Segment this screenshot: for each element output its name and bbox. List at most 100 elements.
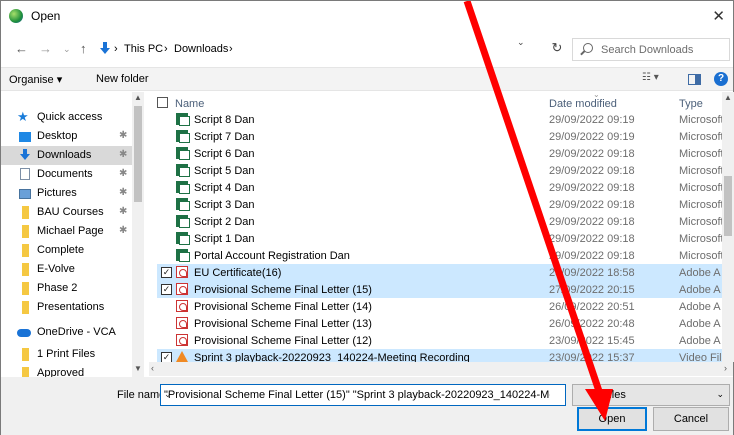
folder-icon: [22, 301, 29, 314]
sidebar-item[interactable]: Presentations: [1, 298, 132, 317]
file-date-modified: 29/09/2022 09:18: [549, 233, 635, 245]
row-checkbox[interactable]: ✓: [161, 284, 172, 295]
sidebar-item[interactable]: Phase 2: [1, 279, 132, 298]
scroll-down-icon[interactable]: ▼: [134, 364, 142, 373]
file-date-modified: 29/09/2022 09:18: [549, 165, 635, 177]
file-list-scrollbar[interactable]: ▲: [722, 92, 734, 362]
file-name-input[interactable]: "Provisional Scheme Final Letter (15)" "…: [160, 384, 566, 406]
preview-pane-icon[interactable]: [688, 74, 701, 85]
excel-file-icon: [176, 198, 190, 211]
file-row[interactable]: Script 1 Dan 29/09/2022 09:18 Microsoft: [157, 230, 727, 247]
sidebar-item[interactable]: Pictures ✱: [1, 184, 132, 203]
file-row[interactable]: Script 6 Dan 29/09/2022 09:18 Microsoft: [157, 145, 727, 162]
file-row[interactable]: Provisional Scheme Final Letter (12) 23/0…: [157, 332, 727, 349]
file-row[interactable]: Script 3 Dan 29/09/2022 09:18 Microsoft: [157, 196, 727, 213]
pictures-icon: [19, 189, 31, 199]
address-dropdown-icon[interactable]: ⌄: [517, 37, 525, 48]
file-row[interactable]: ✓ Provisional Scheme Final Letter (15) 27/…: [157, 281, 727, 298]
scroll-right-icon[interactable]: ›: [724, 363, 727, 373]
sidebar-item[interactable]: Complete: [1, 241, 132, 260]
row-checkbox[interactable]: ✓: [161, 267, 172, 278]
back-arrow-icon[interactable]: ←: [15, 41, 28, 56]
downloads-location-icon: [100, 42, 110, 54]
close-icon[interactable]: ✕: [712, 7, 725, 25]
scroll-up-icon[interactable]: ▲: [724, 93, 732, 102]
file-name: Script 6 Dan: [194, 148, 255, 160]
file-date-modified: 26/09/2022 20:48: [549, 318, 635, 330]
dialog-footer: File name: "Provisional Scheme Final Let…: [1, 377, 733, 435]
navigation-scrollbar[interactable]: ▲ ▼: [132, 92, 144, 377]
change-view-button[interactable]: ☷ ▾: [642, 72, 659, 83]
breadcrumb-downloads[interactable]: Downloads: [174, 43, 228, 55]
documents-icon: [20, 168, 30, 180]
horizontal-scrollbar[interactable]: ‹ ›: [149, 362, 733, 376]
column-type[interactable]: Type: [679, 98, 703, 110]
file-name: Script 8 Dan: [194, 114, 255, 126]
file-name: Provisional Scheme Final Letter (15): [194, 284, 372, 296]
breadcrumb-this-pc[interactable]: This PC: [124, 43, 163, 55]
pdf-file-icon: [176, 317, 188, 329]
sidebar-item[interactable]: Downloads ✱: [1, 146, 132, 165]
open-button[interactable]: Open: [577, 407, 647, 431]
file-row[interactable]: ✓ EU Certificate(16) 28/09/2022 18:58 Adobe…: [157, 264, 727, 281]
file-type: Microsoft: [679, 216, 724, 228]
column-name[interactable]: Name: [175, 98, 204, 110]
file-type-select[interactable]: All files ⌄: [572, 384, 730, 406]
pdf-file-icon: [176, 300, 188, 312]
pin-icon: ✱: [119, 130, 128, 141]
file-date-modified: 26/09/2022 20:51: [549, 301, 635, 313]
sidebar-item[interactable]: Documents ✱: [1, 165, 132, 184]
sidebar-item-label: E-Volve: [37, 263, 75, 275]
forward-arrow-icon[interactable]: →: [39, 41, 52, 56]
sidebar-item[interactable]: Michael Page ✱: [1, 222, 132, 241]
file-row[interactable]: Portal Account Registration Dan 29/09/202…: [157, 247, 727, 264]
command-bar: Organise ▾ New folder ☷ ▾ ?: [1, 67, 733, 91]
column-date-modified[interactable]: Date modified: [549, 98, 617, 110]
file-name-dropdown-icon[interactable]: ⌄: [164, 389, 562, 400]
breadcrumb-separator[interactable]: ›: [229, 43, 233, 55]
sidebar-item-label: BAU Courses: [37, 206, 104, 218]
sidebar-item[interactable]: ★ Quick access: [1, 108, 132, 127]
scroll-thumb[interactable]: [134, 106, 142, 202]
file-row[interactable]: Script 2 Dan 29/09/2022 09:18 Microsoft: [157, 213, 727, 230]
excel-file-icon: [176, 181, 190, 194]
folder-icon: [22, 244, 29, 257]
sidebar-item-label: Quick access: [37, 111, 103, 123]
scroll-thumb[interactable]: [724, 176, 732, 236]
search-input[interactable]: Search Downloads: [572, 38, 730, 61]
star-icon: ★: [17, 109, 29, 124]
sidebar-item[interactable]: 1 Print Files: [1, 345, 132, 364]
breadcrumb-separator[interactable]: ›: [114, 43, 118, 55]
address-bar[interactable]: › This PC › Downloads ›: [97, 38, 535, 61]
excel-file-icon: [176, 215, 190, 228]
sidebar-item[interactable]: OneDrive - VCA: [1, 323, 132, 342]
file-name: Script 2 Dan: [194, 216, 255, 228]
file-row[interactable]: Script 4 Dan 29/09/2022 09:18 Microsoft: [157, 179, 727, 196]
address-row: ← → ⌄ ↑ › This PC › Downloads › ⌄ ↻ Sear…: [1, 31, 733, 67]
sidebar-item[interactable]: BAU Courses ✱: [1, 203, 132, 222]
scroll-left-icon[interactable]: ‹: [151, 363, 154, 373]
sidebar-item[interactable]: Approved: [1, 364, 132, 377]
recent-locations-icon[interactable]: ⌄: [63, 44, 71, 55]
file-type: Microsoft: [679, 233, 724, 245]
file-row[interactable]: Provisional Scheme Final Letter (13) 26/0…: [157, 315, 727, 332]
folder-icon: [22, 367, 29, 377]
pin-icon: ✱: [119, 187, 128, 198]
breadcrumb-separator[interactable]: ›: [164, 43, 168, 55]
organise-button[interactable]: Organise ▾: [9, 73, 62, 86]
cancel-button[interactable]: Cancel: [653, 407, 729, 431]
file-name: Provisional Scheme Final Letter (12): [194, 335, 372, 347]
new-folder-button[interactable]: New folder: [96, 73, 149, 85]
scroll-up-icon[interactable]: ▲: [134, 93, 142, 102]
up-arrow-icon[interactable]: ↑: [80, 41, 87, 56]
help-icon[interactable]: ?: [714, 72, 728, 86]
sidebar-item[interactable]: E-Volve: [1, 260, 132, 279]
file-row[interactable]: Script 8 Dan 29/09/2022 09:19 Microsoft: [157, 111, 727, 128]
search-icon: [583, 43, 593, 53]
sidebar-item[interactable]: Desktop ✱: [1, 127, 132, 146]
file-row[interactable]: Script 7 Dan 29/09/2022 09:19 Microsoft: [157, 128, 727, 145]
file-row[interactable]: Provisional Scheme Final Letter (14) 26/0…: [157, 298, 727, 315]
select-all-checkbox[interactable]: [157, 97, 168, 108]
file-row[interactable]: Script 5 Dan 29/09/2022 09:18 Microsoft: [157, 162, 727, 179]
refresh-icon[interactable]: ↻: [543, 40, 571, 63]
